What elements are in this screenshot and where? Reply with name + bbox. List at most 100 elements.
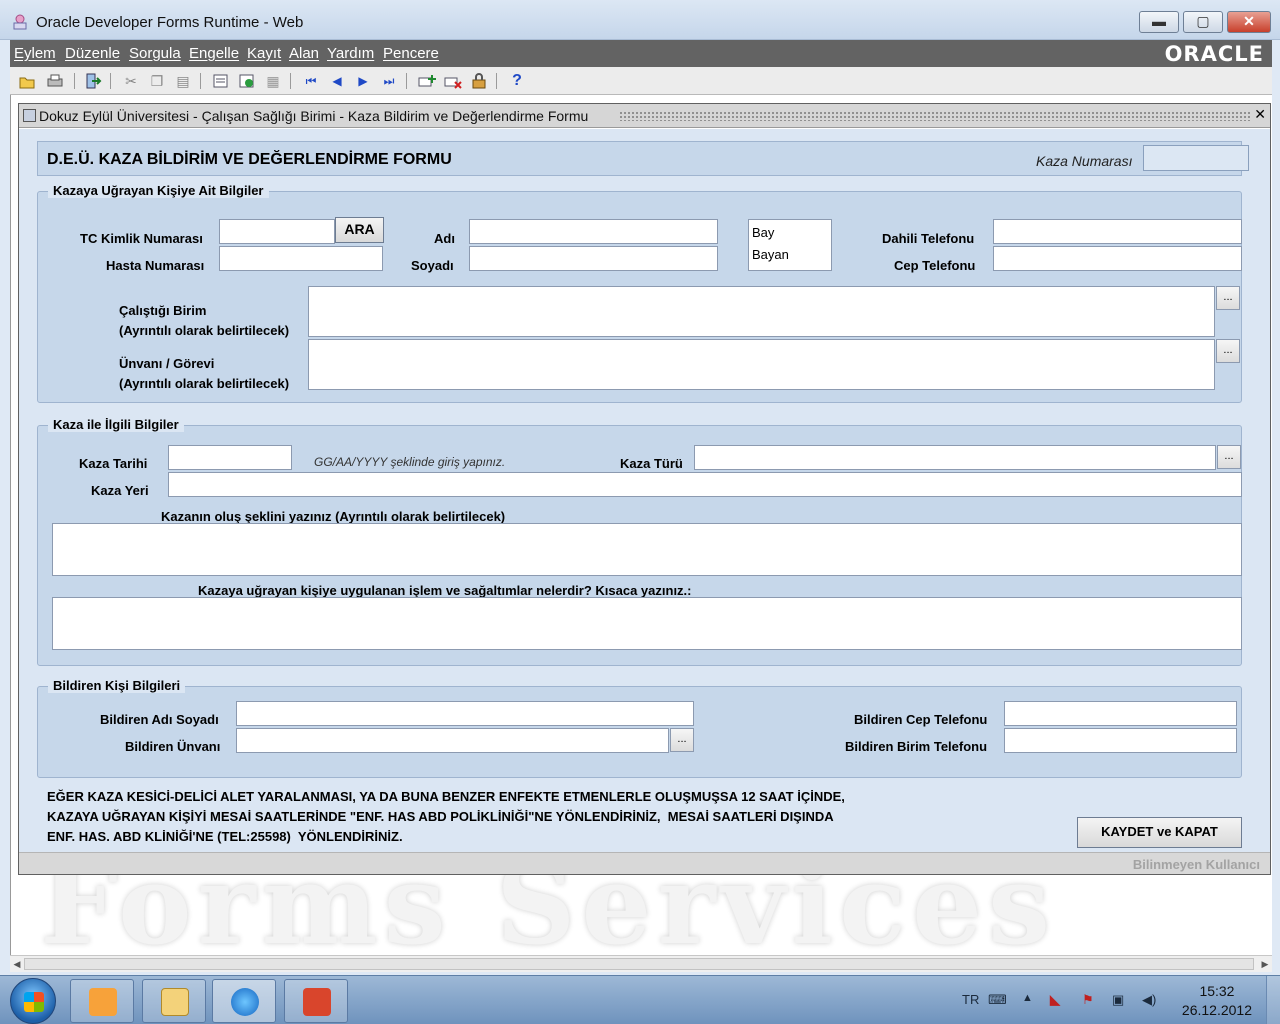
horizontal-scrollbar[interactable]: ◀ ▶ [10,955,1272,972]
accident-place-label: Kaza Yeri [91,483,149,498]
menu-duzenle[interactable]: Düzenle [65,45,120,62]
accident-type-label: Kaza Türü [620,456,683,471]
internet-explorer-icon [231,988,259,1016]
first-record-icon[interactable]: ⏮ [302,72,320,90]
name-input[interactable] [469,219,718,244]
volume-icon[interactable]: ◀) [1142,992,1156,1008]
form-window-title: Dokuz Eylül Üniversitesi - Çalışan Sağlı… [39,108,589,124]
insert-record-icon[interactable] [418,72,436,90]
title-label-detail: (Ayrıntılı olarak belirtilecek) [119,376,290,391]
minimize-button[interactable]: ▬ [1139,11,1179,33]
windows-logo-icon [24,992,44,1012]
action-center-icon[interactable]: ⚑ [1082,992,1094,1008]
form-header: D.E.Ü. KAZA BİLDİRİM VE DEĞERLENDİRME FO… [37,141,1249,176]
menu-pencere[interactable]: Pencere [383,45,439,62]
accident-type-lov-button[interactable]: ... [1217,445,1241,469]
network-icon[interactable]: ▣ [1112,992,1124,1008]
status-bar: Bilinmeyen Kullanıcı [19,852,1270,874]
open-icon[interactable] [18,72,36,90]
accident-date-input[interactable] [168,445,292,470]
menu-eylem[interactable]: Eylem [14,45,56,62]
query-cancel-icon[interactable]: ▦ [264,72,282,90]
reporter-unit-phone-label: Bildiren Birim Telefonu [845,739,988,754]
reporter-mobile-input[interactable] [1004,701,1237,726]
scroll-right-icon[interactable]: ▶ [1258,957,1272,971]
keyboard-icon[interactable]: ⌨ [988,992,1007,1008]
form-window-titlebar[interactable]: Dokuz Eylül Üniversitesi - Çalışan Sağlı… [19,104,1270,128]
unit-label-detail: (Ayrıntılı olarak belirtilecek) [119,323,290,338]
query-enter-icon[interactable] [212,72,230,90]
clock[interactable]: 15:32 26.12.2012 [1182,982,1252,1020]
accident-info-group: Kaza ile İlgili Bilgiler Kaza Tarihi GG/… [37,417,1242,666]
accident-type-input[interactable] [694,445,1216,470]
close-button[interactable]: ✕ [1227,11,1271,33]
title-lov-button[interactable]: ... [1216,339,1240,363]
form-close-icon[interactable]: ✕ [1254,106,1266,123]
previous-record-icon[interactable]: ◀ [328,72,346,90]
copy-icon[interactable]: ❐ [148,72,166,90]
paste-icon[interactable]: ▤ [174,72,192,90]
reporter-name-label: Bildiren Adı Soyadı [100,712,219,727]
person-info-legend: Kazaya Uğrayan Kişiye Ait Bilgiler [48,183,269,198]
reporter-title-label: Bildiren Ünvanı [125,739,221,754]
last-record-icon[interactable]: ⏭ [380,72,398,90]
lock-record-icon[interactable] [470,72,488,90]
print-icon[interactable] [46,72,64,90]
treatment-label: Kazaya uğrayan kişiye uygulanan işlem ve… [198,583,692,598]
antivirus-icon[interactable]: ◣ [1050,992,1060,1008]
cut-icon[interactable]: ✂ [122,72,140,90]
tray-expand-icon[interactable]: ▲ [1022,992,1033,1004]
taskbar-explorer[interactable] [142,979,206,1023]
query-execute-icon[interactable] [238,72,256,90]
window-title: Oracle Developer Forms Runtime - Web [36,14,304,31]
unit-lov-button[interactable]: ... [1216,286,1240,310]
accident-number-label: Kaza Numarası [1036,153,1133,169]
save-and-close-button[interactable]: KAYDET ve KAPAT [1077,817,1242,848]
scroll-thumb[interactable] [24,958,1254,970]
title-textarea[interactable] [308,339,1215,390]
unit-textarea[interactable] [308,286,1215,337]
accident-place-input[interactable] [168,472,1242,497]
title-bar: Oracle Developer Forms Runtime - Web ▬ ▢… [0,0,1280,40]
reporter-title-input[interactable] [236,728,669,753]
menu-yardim[interactable]: Yardım [327,45,374,62]
surname-input[interactable] [469,246,718,271]
gender-listbox[interactable]: Bay Bayan [748,219,832,271]
next-record-icon[interactable]: ▶ [354,72,372,90]
language-indicator[interactable]: TR [962,992,979,1007]
exit-icon[interactable] [84,72,102,90]
surname-label: Soyadı [411,258,454,273]
accident-how-textarea[interactable] [52,523,1242,576]
mobile-label: Cep Telefonu [894,258,976,273]
accident-number-field[interactable] [1143,145,1249,171]
reporter-mobile-label: Bildiren Cep Telefonu [854,712,988,727]
scroll-left-icon[interactable]: ◀ [10,957,24,971]
patient-number-input[interactable] [219,246,383,271]
treatment-textarea[interactable] [52,597,1242,650]
mobile-input[interactable] [993,246,1242,271]
reporter-title-lov-button[interactable]: ... [670,728,694,752]
gender-option-bayan[interactable]: Bayan [752,247,789,262]
tc-input[interactable] [219,219,335,244]
warning-notice: EĞER KAZA KESİCİ-DELİCİ ALET YARALANMASI… [47,789,845,844]
start-button[interactable] [10,978,56,1024]
taskbar-internet-explorer[interactable] [212,979,276,1023]
internal-phone-input[interactable] [993,219,1242,244]
menu-kayit[interactable]: Kayıt [247,45,281,62]
gender-option-bay[interactable]: Bay [752,225,774,240]
reporter-unit-phone-input[interactable] [1004,728,1237,753]
show-desktop-button[interactable] [1266,976,1280,1024]
status-user: Bilinmeyen Kullanıcı [1132,857,1260,872]
reporter-name-input[interactable] [236,701,694,726]
patient-number-label: Hasta Numarası [106,258,205,273]
taskbar-oracle-forms[interactable] [284,979,348,1023]
help-icon[interactable]: ? [508,72,526,90]
delete-record-icon[interactable] [444,72,462,90]
menu-alan[interactable]: Alan [289,45,319,62]
menu-engelle[interactable]: Engelle [189,45,239,62]
taskbar-media-player[interactable] [70,979,134,1023]
search-button[interactable]: ARA [335,217,384,243]
menu-sorgula[interactable]: Sorgula [129,45,181,62]
clock-date: 26.12.2012 [1181,1002,1252,1018]
maximize-button[interactable]: ▢ [1183,11,1223,33]
